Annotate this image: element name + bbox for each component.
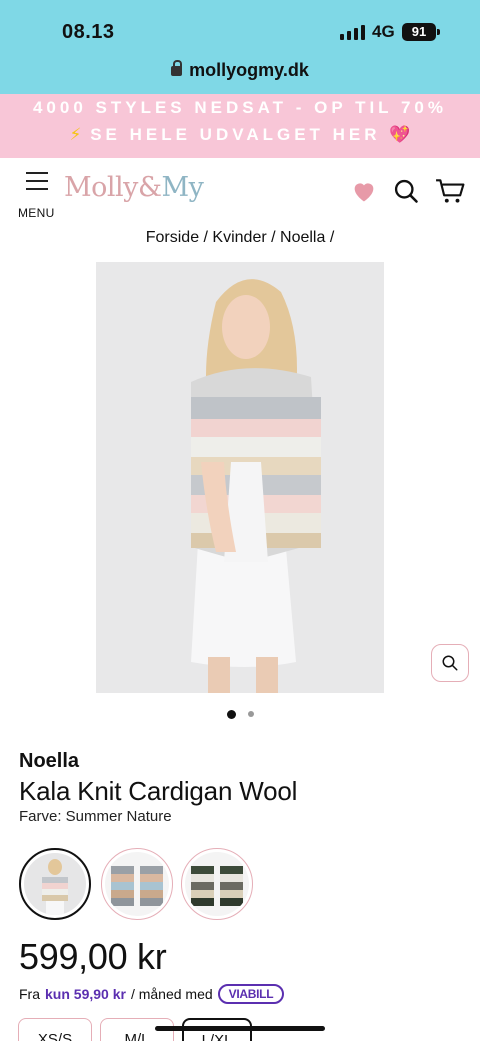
- viabill-logo: VIABILL: [217, 984, 285, 1004]
- product-brand[interactable]: Noella: [19, 750, 79, 773]
- status-time: 08.13: [62, 21, 115, 43]
- promo-line-1: 4000 STYLES NEDSAT - OP TIL 70%: [32, 98, 448, 117]
- network-type: 4G: [372, 22, 395, 41]
- viabill-amount: kun 59,90 kr: [45, 986, 126, 1002]
- search-icon[interactable]: [392, 177, 420, 205]
- pager-dot-active[interactable]: [226, 710, 236, 719]
- product-image[interactable]: [96, 262, 384, 693]
- pager-dot[interactable]: [247, 711, 254, 717]
- promo-line-2-text: SE HELE UDVALGET HER: [90, 125, 381, 144]
- swatch-thumbnail: [24, 853, 86, 915]
- menu-button[interactable]: MENU: [18, 170, 56, 220]
- viabill-line[interactable]: Fra kun 59,90 kr / måned med VIABILL: [19, 984, 285, 1004]
- signal-icon: [340, 24, 365, 40]
- promo-line-2: ⚡ SE HELE UDVALGET HER 💖: [0, 125, 480, 145]
- address-bar[interactable]: mollyogmy.dk: [0, 60, 480, 81]
- header-icons: [350, 176, 466, 206]
- home-indicator[interactable]: [155, 1026, 325, 1031]
- product-price: 599,00 kr: [19, 936, 167, 977]
- product-title: Kala Knit Cardigan Wool: [19, 776, 298, 806]
- zoom-button[interactable]: [431, 644, 469, 682]
- sparkle-heart-icon: 💖: [389, 125, 411, 144]
- lightning-icon: ⚡: [69, 125, 82, 144]
- url-text: mollyogmy.dk: [189, 60, 309, 80]
- site-logo[interactable]: Molly&My: [64, 172, 204, 203]
- menu-label: MENU: [18, 206, 55, 220]
- lock-icon: [171, 60, 183, 76]
- breadcrumb[interactable]: Forside / Kvinder / Noella /: [0, 229, 480, 247]
- product-color: Farve: Summer Nature: [19, 808, 172, 825]
- hamburger-icon: [26, 172, 48, 174]
- magnifier-icon: [442, 655, 458, 671]
- swatch-thumbnail: [185, 852, 249, 916]
- size-option-xs-s[interactable]: XS/S: [18, 1018, 92, 1041]
- color-swatch-dark-green[interactable]: [181, 848, 253, 920]
- battery-icon: 91: [402, 23, 440, 41]
- color-swatch-grey-beige[interactable]: [101, 848, 173, 920]
- model-photo: [96, 262, 384, 693]
- cart-icon[interactable]: [434, 176, 466, 206]
- heart-icon[interactable]: [350, 177, 378, 205]
- swatch-thumbnail: [105, 852, 169, 916]
- color-swatch-summer-nature[interactable]: [19, 848, 91, 920]
- site-header: MENU Molly&My: [0, 158, 480, 220]
- gallery-pager: [0, 710, 480, 719]
- promo-banner[interactable]: 4000 STYLES NEDSAT - OP TIL 70% ⚡ SE HEL…: [0, 94, 480, 158]
